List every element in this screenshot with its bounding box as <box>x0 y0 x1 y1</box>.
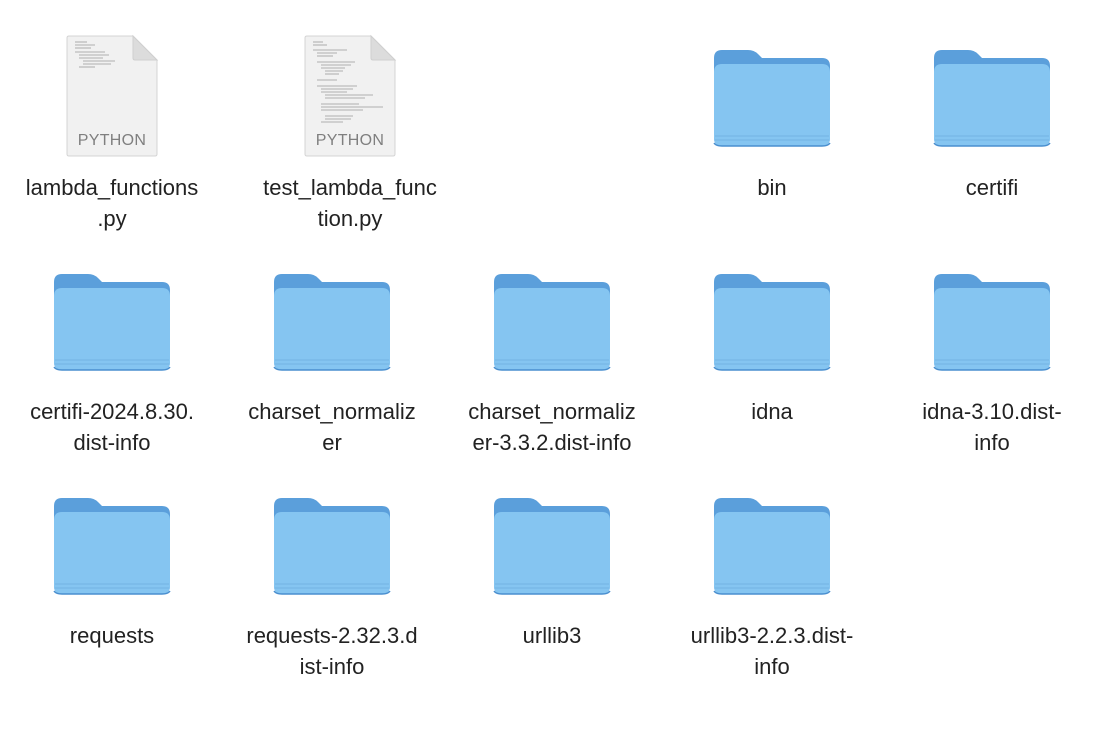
folder-item-idna-dist-info[interactable]: idna-3.10.dist- info <box>889 252 1095 462</box>
folder-icon <box>449 476 655 616</box>
folder-icon <box>229 252 435 392</box>
folder-name-label: charset_normaliz er-3.3.2.dist-info <box>468 399 636 455</box>
folder-item-requests[interactable]: requests <box>9 476 215 686</box>
folder-icon <box>449 252 655 392</box>
python-file-icon: PYTHON <box>247 28 453 168</box>
folder-item-urllib3-dist-info[interactable]: urllib3-2.2.3.dist- info <box>669 476 875 686</box>
folder-name-label: certifi <box>965 175 1019 200</box>
folder-item-requests-dist-info[interactable]: requests-2.32.3.d ist-info <box>229 476 435 686</box>
folder-name-label: requests <box>69 623 155 648</box>
folder-icon <box>669 28 875 168</box>
file-name-label: test_lambda_func tion.py <box>263 175 437 231</box>
folder-name-label: certifi-2024.8.30. dist-info <box>30 399 194 455</box>
folder-icon <box>889 252 1095 392</box>
file-type-badge: PYTHON <box>77 132 147 149</box>
folder-name-label: urllib3 <box>522 623 582 648</box>
folder-icon <box>889 28 1095 168</box>
folder-icon <box>9 476 215 616</box>
folder-item-bin[interactable]: bin <box>669 28 875 238</box>
file-name-label: lambda_functions .py <box>25 175 199 231</box>
folder-icon <box>229 476 435 616</box>
folder-item-charset-normalizer-dist-info[interactable]: charset_normaliz er-3.3.2.dist-info <box>449 252 655 462</box>
folder-icon <box>669 252 875 392</box>
python-file-icon: PYTHON <box>9 28 215 168</box>
file-item-test-lambda-function[interactable]: PYTHON test_lambda_func tion.py <box>247 28 453 238</box>
folder-name-label: idna <box>751 399 793 424</box>
folder-item-certifi[interactable]: certifi <box>889 28 1095 238</box>
folder-item-charset-normalizer[interactable]: charset_normaliz er <box>229 252 435 462</box>
folder-icon <box>9 252 215 392</box>
folder-item-urllib3[interactable]: urllib3 <box>449 476 655 686</box>
folder-icon <box>669 476 875 616</box>
folder-name-label: idna-3.10.dist- info <box>922 399 1062 455</box>
file-item-lambda-functions[interactable]: PYTHON lambda_functions .py <box>9 28 215 238</box>
folder-item-certifi-dist-info[interactable]: certifi-2024.8.30. dist-info <box>9 252 215 462</box>
folder-name-label: charset_normaliz er <box>248 399 416 455</box>
file-type-badge: PYTHON <box>315 132 385 149</box>
folder-name-label: requests-2.32.3.d ist-info <box>246 623 418 679</box>
finder-icon-view: PYTHON lambda_functions .py PYTHON test_… <box>0 0 1096 733</box>
folder-name-label: urllib3-2.2.3.dist- info <box>690 623 854 679</box>
folder-name-label: bin <box>757 175 787 200</box>
folder-item-idna[interactable]: idna <box>669 252 875 462</box>
